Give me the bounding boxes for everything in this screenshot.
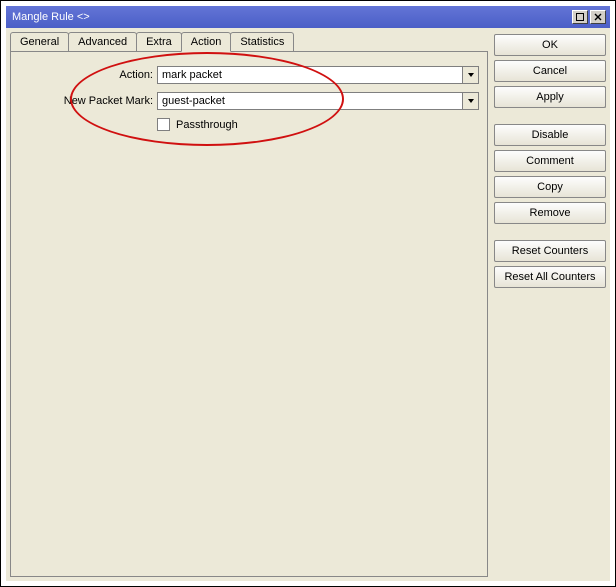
mark-dropdown-button[interactable] (463, 92, 479, 110)
window-title: Mangle Rule <> (12, 11, 570, 23)
remove-button[interactable]: Remove (494, 202, 606, 224)
mark-input[interactable] (157, 92, 463, 110)
passthrough-checkbox[interactable] (157, 118, 170, 131)
tab-extra[interactable]: Extra (136, 32, 182, 51)
copy-button[interactable]: Copy (494, 176, 606, 198)
reset-all-counters-button[interactable]: Reset All Counters (494, 266, 606, 288)
comment-button[interactable]: Comment (494, 150, 606, 172)
action-label: Action: (11, 69, 157, 81)
tab-general[interactable]: General (10, 32, 69, 51)
passthrough-row: Passthrough (11, 118, 487, 131)
tab-advanced[interactable]: Advanced (68, 32, 137, 51)
disable-button[interactable]: Disable (494, 124, 606, 146)
ok-button[interactable]: OK (494, 34, 606, 56)
action-input[interactable] (157, 66, 463, 84)
main-pane: General Advanced Extra Action Statistics… (10, 32, 488, 577)
mark-label: New Packet Mark: (11, 95, 157, 107)
passthrough-label: Passthrough (176, 119, 238, 131)
tab-panel-action: Action: New Packet Mark: (10, 51, 488, 577)
side-button-pane: OK Cancel Apply Disable Comment Copy Rem… (494, 32, 606, 577)
reset-counters-button[interactable]: Reset Counters (494, 240, 606, 262)
minimize-maximize-button[interactable] (572, 10, 588, 24)
content-area: General Advanced Extra Action Statistics… (6, 28, 610, 581)
action-combo (157, 66, 479, 84)
cancel-button[interactable]: Cancel (494, 60, 606, 82)
tab-action[interactable]: Action (181, 32, 232, 52)
mark-row: New Packet Mark: (11, 92, 487, 110)
close-button[interactable] (590, 10, 606, 24)
mark-combo (157, 92, 479, 110)
tab-strip: General Advanced Extra Action Statistics (10, 32, 488, 51)
apply-button[interactable]: Apply (494, 86, 606, 108)
action-dropdown-button[interactable] (463, 66, 479, 84)
title-bar: Mangle Rule <> (6, 6, 610, 28)
action-row: Action: (11, 66, 487, 84)
tab-statistics[interactable]: Statistics (230, 32, 294, 51)
